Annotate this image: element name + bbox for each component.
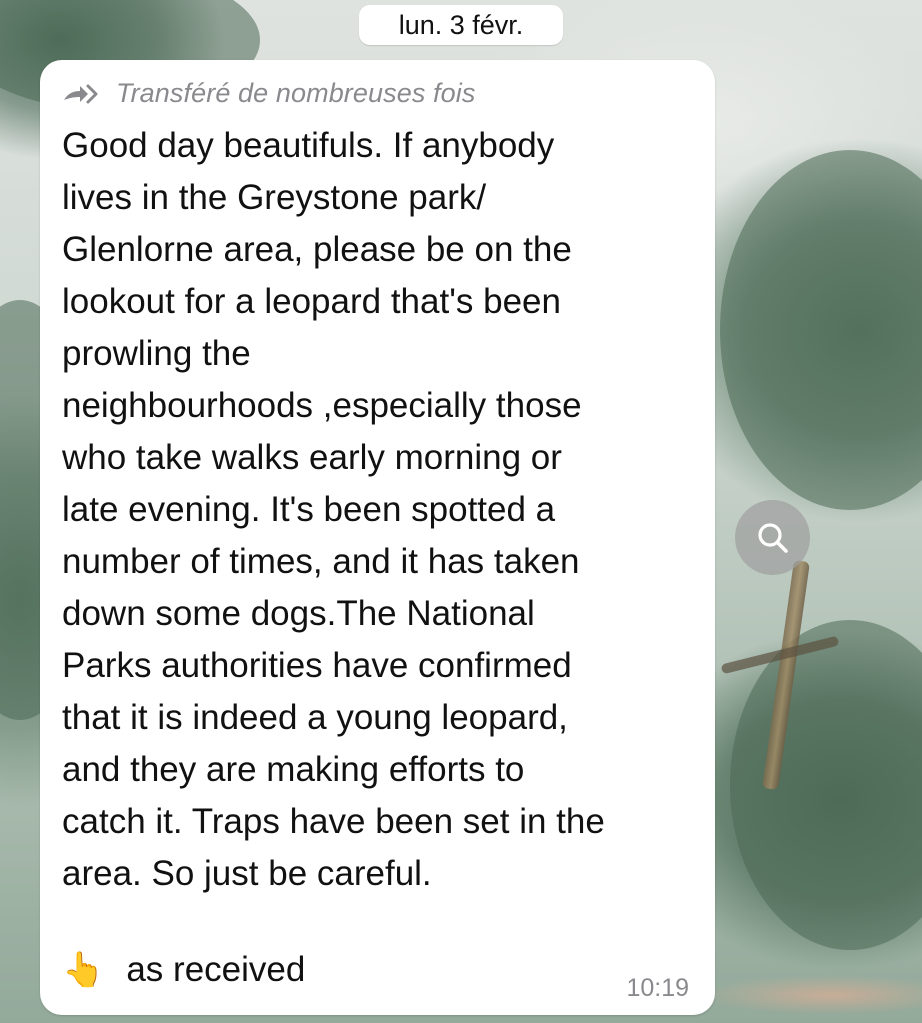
date-separator: lun. 3 févr. <box>359 5 563 45</box>
search-web-button[interactable] <box>735 500 810 575</box>
double-forward-arrow-icon <box>64 84 98 103</box>
message-bubble[interactable]: Transféré de nombreuses fois Good day be… <box>40 60 715 1015</box>
pointing-up-emoji-icon: 👆 <box>62 951 105 989</box>
search-icon <box>757 522 788 553</box>
message-body: Good day beautifuls. If anybody lives in… <box>62 126 605 893</box>
forwarded-label: Transféré de nombreuses fois <box>116 78 476 108</box>
forwarded-indicator: Transféré de nombreuses fois <box>62 78 475 109</box>
message-timestamp: 10:19 <box>626 974 689 1002</box>
footer-text: as received <box>126 950 306 989</box>
message-footer: 👆 as received <box>62 948 305 992</box>
